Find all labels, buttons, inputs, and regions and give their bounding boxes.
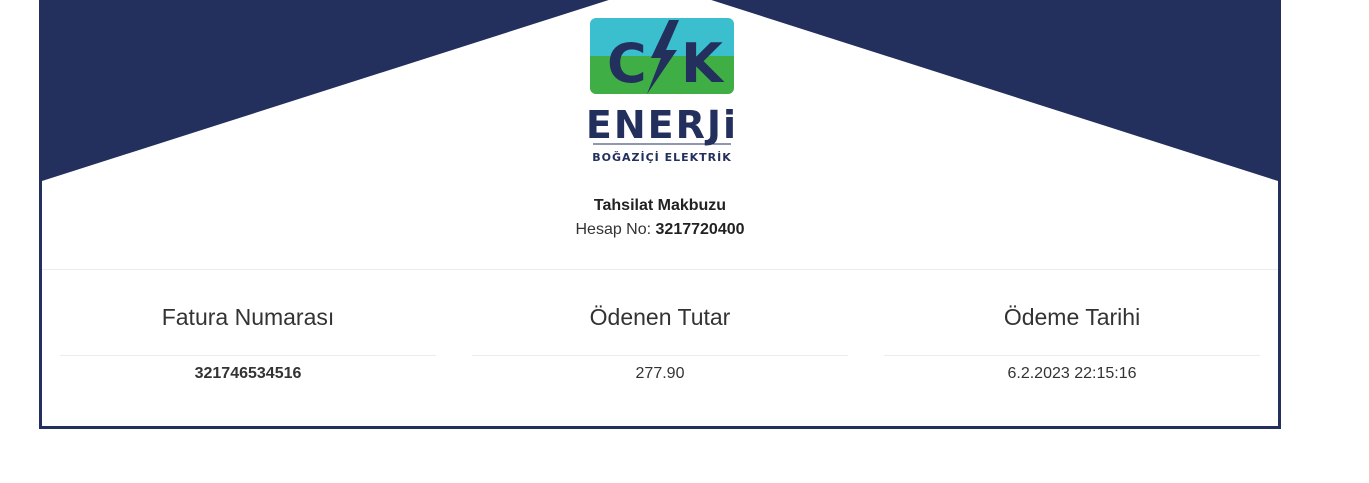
account-number: 3217720400: [655, 221, 745, 238]
svg-text:K: K: [681, 32, 725, 95]
invoice-number-value: 321746534516: [194, 365, 302, 382]
account-line: Hesap No: 3217720400: [42, 218, 1278, 242]
invoice-number-column: Fatura Numarası 321746534516: [60, 298, 436, 384]
amount-value: 277.90: [635, 365, 685, 382]
receipt-card: C K ENERJi BOĞAZİÇİ ELEKTRİK Tahsilat Ma…: [39, 0, 1281, 429]
ck-enerji-logo: C K ENERJi BOĞAZİÇİ ELEKTRİK: [587, 18, 737, 164]
date-value: 6.2.2023 22:15:16: [1007, 365, 1137, 382]
date-label: Ödeme Tarihi: [884, 298, 1260, 356]
section-divider: [42, 269, 1278, 270]
receipt-title: Tahsilat Makbuzu: [593, 197, 727, 214]
amount-label: Ödenen Tutar: [472, 298, 848, 356]
svg-text:C: C: [607, 32, 647, 95]
receipt-heading: Tahsilat Makbuzu Hesap No: 3217720400: [42, 196, 1278, 242]
invoice-number-label: Fatura Numarası: [60, 298, 436, 356]
svg-text:ENERJi: ENERJi: [587, 103, 737, 147]
account-label: Hesap No:: [575, 221, 652, 238]
amount-column: Ödenen Tutar 277.90: [472, 298, 848, 384]
date-column: Ödeme Tarihi 6.2.2023 22:15:16: [884, 298, 1260, 384]
svg-text:BOĞAZİÇİ ELEKTRİK: BOĞAZİÇİ ELEKTRİK: [592, 150, 732, 164]
